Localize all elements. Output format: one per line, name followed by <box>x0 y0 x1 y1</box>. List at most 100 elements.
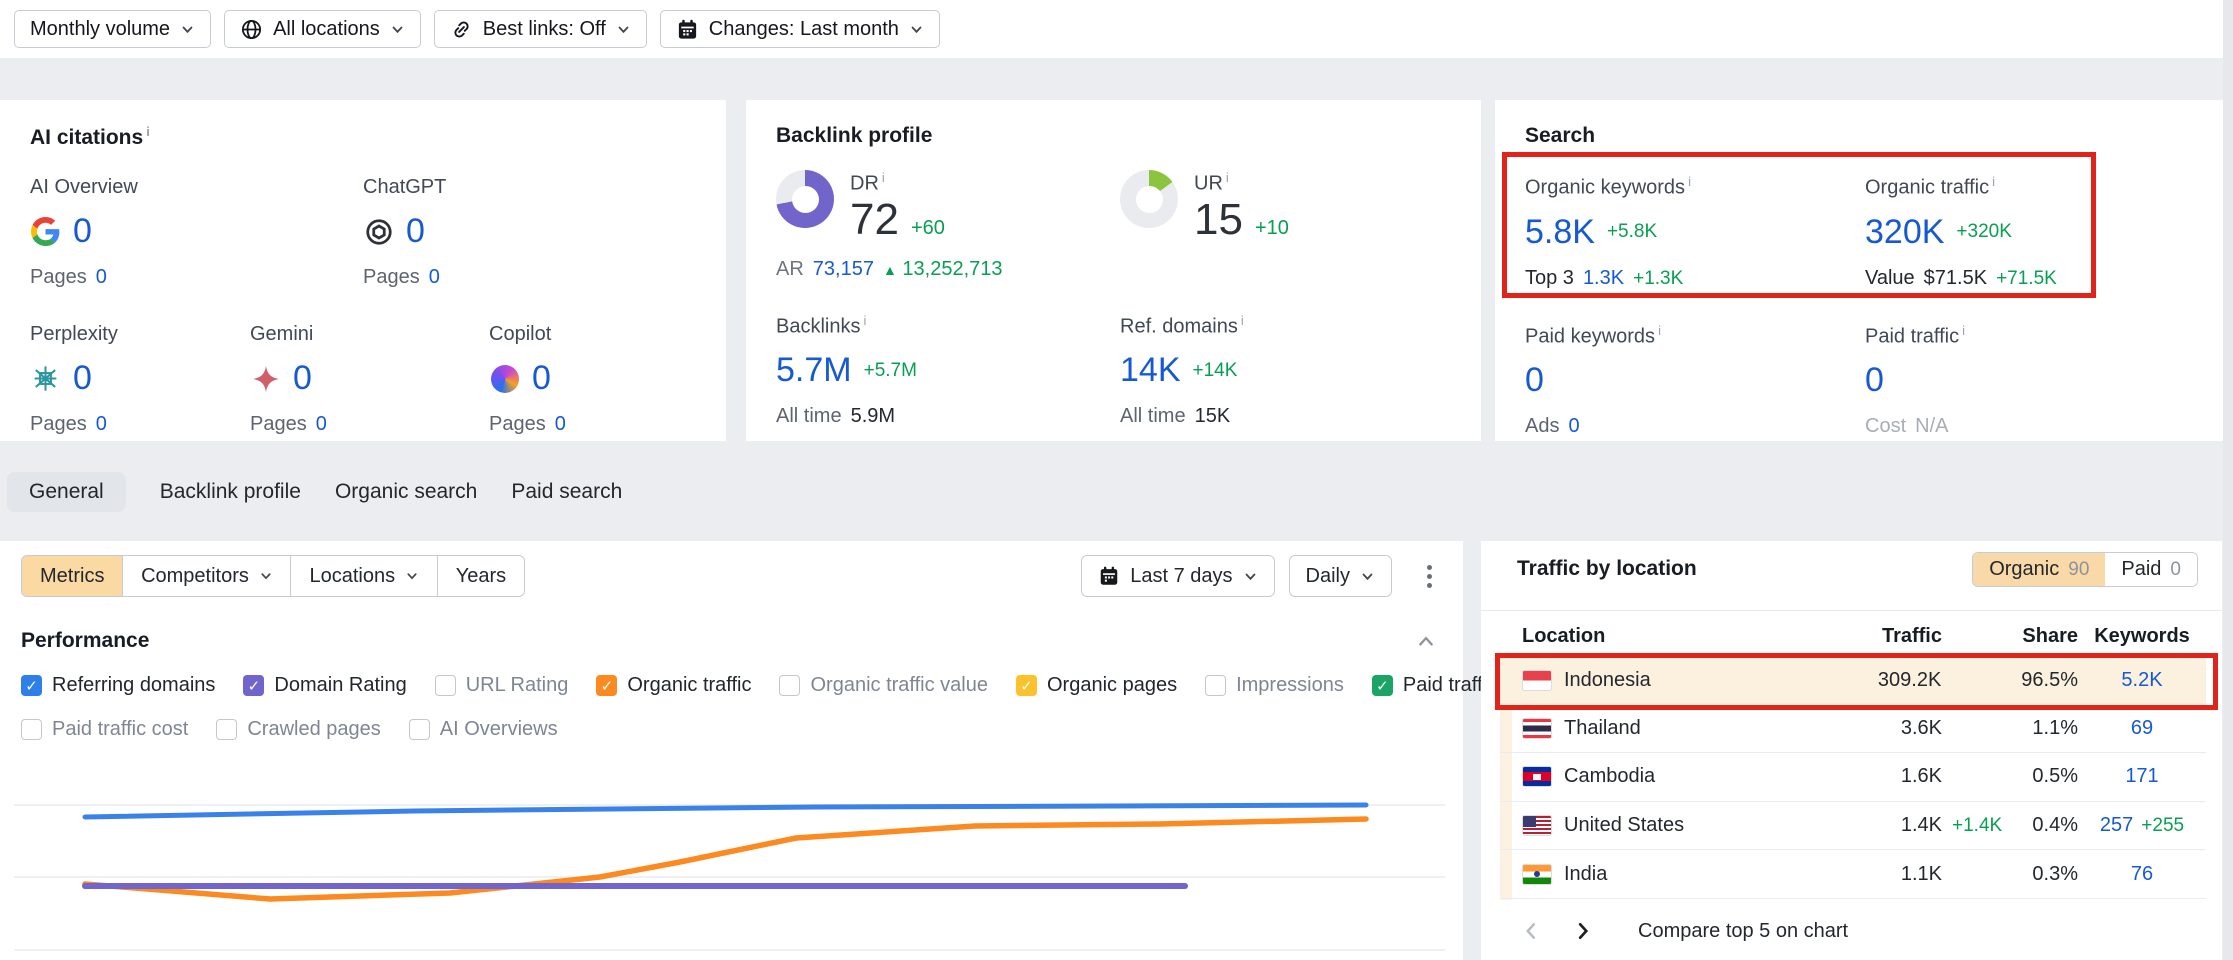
metric-checkbox-paid-traffic[interactable]: ✓Paid traffic <box>1372 674 1497 697</box>
metric-checkbox-paid-traffic-cost[interactable]: Paid traffic cost <box>21 718 188 741</box>
monthly-volume-dropdown[interactable]: Monthly volume <box>14 10 211 48</box>
segment-locations[interactable]: Locations <box>290 555 438 597</box>
location-name: Thailand <box>1564 717 1641 740</box>
metric-checkbox-domain-rating[interactable]: ✓Domain Rating <box>243 674 406 697</box>
table-row-united-states[interactable]: United States 1.4K +1.4K 0.4% 257+255 <box>1500 802 2206 851</box>
chevron-left-icon[interactable] <box>1522 921 1539 941</box>
date-range-dropdown[interactable]: Last 7 days <box>1081 555 1274 597</box>
google-icon <box>30 216 61 247</box>
metric-label: Referring domains <box>52 674 215 697</box>
metric-checkbox-ai-overviews[interactable]: AI Overviews <box>409 718 558 741</box>
keywords-link[interactable]: 69 <box>2131 717 2153 739</box>
checkbox-unchecked <box>435 675 456 696</box>
organic-keywords-value-link[interactable]: 5.8K <box>1525 213 1595 252</box>
backlinks-value-link[interactable]: 5.7M <box>776 351 852 390</box>
metric-checkbox-organic-traffic[interactable]: ✓Organic traffic <box>596 674 751 697</box>
toggle-organic[interactable]: Organic90 <box>1973 553 2105 586</box>
metric-label: Crawled pages <box>247 718 380 741</box>
column-location[interactable]: Location <box>1522 625 1802 648</box>
location-name: United States <box>1564 814 1684 837</box>
toggle-paid-count: 0 <box>2170 559 2181 581</box>
checkbox-unchecked <box>1205 675 1226 696</box>
copilot-value: 0 <box>532 359 551 398</box>
keywords-link[interactable]: 76 <box>2131 863 2153 885</box>
share-value: 0.5% <box>2022 765 2078 788</box>
pages-value-link[interactable]: 0 <box>429 266 440 289</box>
metric-checkbox-referring-domains[interactable]: ✓Referring domains <box>21 674 215 697</box>
paid-keywords-value-link[interactable]: 0 <box>1525 361 1544 400</box>
table-row-cambodia[interactable]: Cambodia 1.6K 0.5% 171 <box>1500 753 2206 802</box>
segment-metrics-label: Metrics <box>40 565 104 588</box>
info-icon[interactable]: i <box>1226 170 1229 185</box>
top-filter-toolbar: Monthly volume All locations Best links:… <box>0 0 2223 58</box>
info-icon[interactable]: i <box>146 124 150 139</box>
more-options-kebab-menu[interactable] <box>1416 565 1442 588</box>
table-row-indonesia[interactable]: Indonesia 309.2K 96.5% 5.2K <box>1500 656 2206 705</box>
granularity-dropdown[interactable]: Daily <box>1289 555 1392 597</box>
info-icon[interactable]: i <box>1241 313 1244 328</box>
backlinks-label: Backlinks <box>776 315 860 337</box>
ref-domains-value-link[interactable]: 14K <box>1120 351 1181 390</box>
metric-checkbox-url-rating[interactable]: URL Rating <box>435 674 569 697</box>
metric-checkbox-crawled-pages[interactable]: Crawled pages <box>216 718 380 741</box>
toggle-paid[interactable]: Paid0 <box>2105 553 2197 586</box>
keywords-link[interactable]: 5.2K <box>2121 669 2162 691</box>
paid-traffic-value-link[interactable]: 0 <box>1865 361 1884 400</box>
ads-value-link[interactable]: 0 <box>1568 415 1579 438</box>
info-icon[interactable]: i <box>1962 323 1965 338</box>
info-icon[interactable]: i <box>882 170 885 185</box>
segment-metrics[interactable]: Metrics <box>21 555 123 597</box>
compare-top5-link[interactable]: Compare top 5 on chart <box>1638 920 1848 943</box>
segment-competitors[interactable]: Competitors <box>122 555 292 597</box>
metric-checkbox-organic-traffic-value[interactable]: Organic traffic value <box>779 674 988 697</box>
table-row-thailand[interactable]: Thailand 3.6K 1.1% 69 <box>1500 705 2206 754</box>
top3-value-link[interactable]: 1.3K <box>1583 267 1624 290</box>
pages-label: Pages <box>363 266 420 289</box>
performance-line-chart[interactable] <box>14 765 1445 960</box>
cambodia-flag-icon <box>1522 766 1552 787</box>
copilot-metric: Copilot 0 Pages0 <box>489 323 696 436</box>
copilot-icon <box>489 363 520 394</box>
backlink-profile-title: Backlink profile <box>776 124 1451 148</box>
chevron-right-icon[interactable] <box>1575 921 1592 941</box>
metric-checkbox-impressions[interactable]: Impressions <box>1205 674 1344 697</box>
changes-dropdown[interactable]: Changes: Last month <box>660 10 940 48</box>
tab-backlink-profile[interactable]: Backlink profile <box>160 480 301 504</box>
perplexity-label: Perplexity <box>30 323 250 346</box>
ar-value-link[interactable]: 73,157 <box>813 258 874 281</box>
pages-value-link[interactable]: 0 <box>96 266 107 289</box>
info-icon[interactable]: i <box>1992 174 1995 189</box>
keywords-link[interactable]: 257 <box>2100 814 2133 836</box>
pages-value-link[interactable]: 0 <box>555 413 566 436</box>
keywords-link[interactable]: 171 <box>2125 765 2158 787</box>
column-share[interactable]: Share <box>2022 625 2078 648</box>
tab-organic-search[interactable]: Organic search <box>335 480 477 504</box>
pages-value-link[interactable]: 0 <box>96 413 107 436</box>
copilot-label: Copilot <box>489 323 696 346</box>
table-row-india[interactable]: India 1.1K 0.3% 76 <box>1500 850 2206 899</box>
column-traffic[interactable]: Traffic <box>1802 625 1942 648</box>
pages-value-link[interactable]: 0 <box>316 413 327 436</box>
metric-checkbox-organic-pages[interactable]: ✓Organic pages <box>1016 674 1177 697</box>
info-icon[interactable]: i <box>1688 174 1691 189</box>
info-icon[interactable]: i <box>863 313 866 328</box>
granularity-label: Daily <box>1306 565 1350 588</box>
info-icon[interactable]: i <box>1658 323 1661 338</box>
ai-citations-title-text: AI citations <box>30 126 143 149</box>
best-links-dropdown[interactable]: Best links: Off <box>434 10 647 48</box>
ai-citations-row-2: Perplexity 0 Pages0 Gemini 0 Pages0 Copi… <box>30 323 696 436</box>
pages-label: Pages <box>30 413 87 436</box>
chatgpt-metric: ChatGPT 0 Pages0 <box>363 176 696 289</box>
traffic-value: 3.6K <box>1802 717 1942 740</box>
locations-dropdown[interactable]: All locations <box>224 10 421 48</box>
tab-paid-search[interactable]: Paid search <box>511 480 622 504</box>
scrollbar-gutter[interactable] <box>2223 0 2233 960</box>
chevron-down-icon <box>909 22 924 37</box>
metric-label: AI Overviews <box>440 718 558 741</box>
tab-general[interactable]: General <box>7 472 126 512</box>
organic-traffic-value-link[interactable]: 320K <box>1865 213 1944 252</box>
column-keywords[interactable]: Keywords <box>2078 625 2206 648</box>
calendar-icon <box>1098 565 1120 587</box>
segment-years[interactable]: Years <box>437 555 525 597</box>
chevron-up-icon[interactable] <box>1416 633 1436 649</box>
